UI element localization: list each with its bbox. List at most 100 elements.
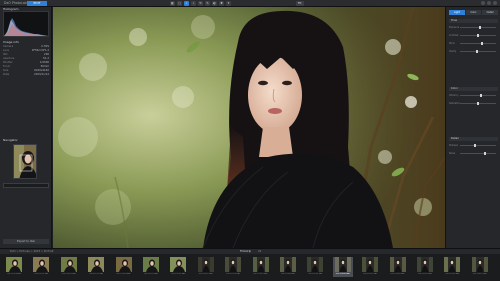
maximize-button[interactable] xyxy=(487,1,491,5)
slider-knob[interactable] xyxy=(473,144,476,147)
thumb-image xyxy=(88,257,105,272)
info-key: ISO xyxy=(3,53,8,56)
section-tone[interactable]: Tone xyxy=(449,19,498,23)
filmstrip-thumb[interactable]: DSCF1021.RAF xyxy=(196,257,216,277)
info-value: 2023/11/12 xyxy=(34,73,49,76)
info-value: 56mm xyxy=(40,65,49,68)
thumbnail-list: DSCF1014.RAF DSCF1015.RAF DSCF1016.RAF DSCF… xyxy=(4,255,498,281)
thumb-filename: DSCF1015.RAF xyxy=(34,273,49,275)
thumb-image xyxy=(252,257,269,272)
repair-icon[interactable]: ✦ xyxy=(226,1,231,6)
mask-icon[interactable]: ◐ xyxy=(212,1,217,6)
zoom-icon[interactable]: ⌕ xyxy=(184,1,189,6)
close-button[interactable] xyxy=(493,1,497,5)
image-viewer[interactable] xyxy=(53,7,445,248)
filmstrip-thumb[interactable]: DSCF1026.RAF xyxy=(332,257,353,277)
slider-label: Clarity xyxy=(449,50,457,53)
picker-icon[interactable]: ✚ xyxy=(219,1,224,6)
thumb-image xyxy=(197,257,214,272)
fit-icon[interactable]: ▢ xyxy=(177,1,182,6)
window-controls xyxy=(481,1,497,5)
crop-icon[interactable]: ⌗ xyxy=(191,1,196,6)
filmstrip-thumb[interactable]: DSCF1024.RAF xyxy=(278,257,298,277)
filmstrip-thumb[interactable]: DSCF1019.RAF xyxy=(141,257,161,277)
slider-knob[interactable] xyxy=(480,94,483,97)
compare-icon[interactable]: ◧ xyxy=(170,1,175,6)
rotate-icon[interactable]: ↻ xyxy=(198,1,203,6)
thumb-filename: DSCF1031.RAF xyxy=(472,273,487,275)
filmstrip-thumb[interactable]: DSCF1028.RAF xyxy=(388,257,408,277)
thumb-image xyxy=(362,257,379,272)
section-detail[interactable]: Detail xyxy=(449,137,498,141)
slider-knob[interactable] xyxy=(478,26,481,29)
zoom-fit-button[interactable]: Fit xyxy=(296,1,304,6)
thumb-filename: DSCF1018.RAF xyxy=(116,273,131,275)
slider-label: Sharpen xyxy=(449,144,459,147)
thumb-image xyxy=(225,257,242,272)
info-row: ISO 200 xyxy=(3,53,49,56)
navigator-thumbnail[interactable] xyxy=(13,144,37,179)
slider-sharpen[interactable] xyxy=(460,144,496,147)
info-row: Shutter 1/2000 xyxy=(3,61,49,64)
filmstrip-thumb[interactable]: DSCF1030.RAF xyxy=(442,257,462,277)
thumb-filename: DSCF1026.RAF xyxy=(335,273,350,275)
filmstrip-thumb[interactable]: DSCF1023.RAF xyxy=(251,257,271,277)
info-value: f/1.2 xyxy=(43,57,49,60)
edit-tab[interactable]: EDIT xyxy=(27,1,47,6)
slider-label: Saturation xyxy=(449,102,461,105)
filmstrip-thumb[interactable]: DSCF1031.RAF xyxy=(470,257,490,277)
slider-knob[interactable] xyxy=(477,102,479,105)
thumb-filename: DSCF1025.RAF xyxy=(308,273,323,275)
filmstrip-thumb[interactable]: DSCF1027.RAF xyxy=(360,257,380,277)
thumb-image xyxy=(307,257,324,272)
thumb-image xyxy=(33,257,50,272)
filmstrip-thumb[interactable]: DSCF1029.RAF xyxy=(415,257,435,277)
info-value: 6240x4160 xyxy=(34,69,49,72)
info-key: Aperture xyxy=(3,57,15,60)
tab-light[interactable]: Light xyxy=(449,10,465,15)
info-row: Size 6240x4160 xyxy=(3,69,49,72)
slider-knob[interactable] xyxy=(477,34,479,37)
navigator-zoom-field[interactable] xyxy=(3,183,49,188)
info-key: Lens xyxy=(3,49,9,52)
slider-contrast[interactable] xyxy=(460,34,496,37)
info-row: Camera X-H2S xyxy=(3,45,49,48)
slider-knob[interactable] xyxy=(483,152,486,155)
minimize-button[interactable] xyxy=(481,1,485,5)
slider-micro[interactable] xyxy=(460,42,496,45)
thumb-image xyxy=(417,257,433,272)
slider-exposure[interactable] xyxy=(460,26,496,29)
filmstrip-thumb[interactable]: DSCF1018.RAF xyxy=(114,257,134,277)
thumb-image xyxy=(471,257,488,272)
top-bar: DxO PhotoLab EDIT ◧ ▢ ⌕ ⌗ ↻ ✎ ◐ ✚ ✦ Fit xyxy=(0,0,500,7)
filmstrip-thumb[interactable]: DSCF1017.RAF xyxy=(86,257,106,277)
thumb-image xyxy=(60,257,77,272)
export-button[interactable]: Export to disk xyxy=(3,239,49,244)
slider-vibrancy[interactable] xyxy=(460,94,496,97)
thumb-image xyxy=(444,257,461,272)
section-color[interactable]: Color xyxy=(449,87,498,91)
thumb-filename: DSCF1021.RAF xyxy=(198,273,213,275)
slider-knob[interactable] xyxy=(476,50,479,53)
brush-icon[interactable]: ✎ xyxy=(205,1,210,6)
info-key: Size xyxy=(3,69,9,72)
slider-label: Exposure xyxy=(449,26,460,29)
slider-saturation[interactable] xyxy=(460,102,496,105)
slider-clarity[interactable] xyxy=(460,50,496,53)
folder-path[interactable]: DxO > Pictures > 2023 > Portrait xyxy=(10,249,53,254)
filmstrip-thumb[interactable]: DSCF1020.RAF xyxy=(168,257,188,277)
thumb-filename: DSCF1027.RAF xyxy=(363,273,378,275)
filmstrip-thumb[interactable]: DSCF1016.RAF xyxy=(59,257,79,277)
slider-noise[interactable] xyxy=(460,152,496,155)
filmstrip-thumb[interactable]: DSCF1014.RAF xyxy=(4,257,24,277)
palette-tabs: Light Color Detail xyxy=(449,10,499,15)
slider-label: Micro xyxy=(449,42,455,45)
tab-detail[interactable]: Detail xyxy=(482,10,499,15)
filmstrip-thumb[interactable]: DSCF1025.RAF xyxy=(305,257,325,277)
tab-color[interactable]: Color xyxy=(465,10,482,15)
filmstrip-thumb[interactable]: DSCF1022.RAF xyxy=(223,257,243,277)
thumb-filename: DSCF1016.RAF xyxy=(61,273,76,275)
slider-knob[interactable] xyxy=(481,42,484,45)
filmstrip-thumb[interactable]: DSCF1015.RAF xyxy=(31,257,51,277)
thumb-filename: DSCF1024.RAF xyxy=(280,273,296,275)
